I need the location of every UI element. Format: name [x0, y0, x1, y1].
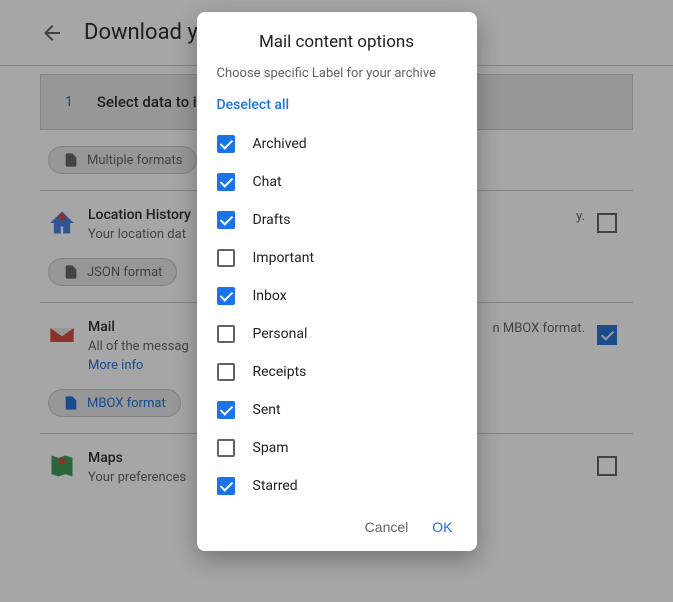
label-text: Archived — [253, 136, 307, 152]
label-checkbox[interactable] — [217, 173, 235, 191]
deselect-all-link[interactable]: Deselect all — [217, 91, 465, 125]
label-item[interactable]: Drafts — [217, 201, 465, 239]
label-checkbox[interactable] — [217, 211, 235, 229]
label-item[interactable]: Spam — [217, 429, 465, 467]
label-checkbox[interactable] — [217, 477, 235, 495]
ok-button[interactable]: OK — [432, 519, 452, 535]
label-text: Personal — [253, 326, 308, 342]
mail-content-options-dialog: Mail content options Choose specific Lab… — [197, 12, 477, 551]
cancel-button[interactable]: Cancel — [365, 519, 409, 535]
label-checkbox[interactable] — [217, 363, 235, 381]
label-text: Important — [253, 250, 315, 266]
label-item[interactable]: Personal — [217, 315, 465, 353]
dialog-actions: Cancel OK — [197, 505, 477, 539]
label-checkbox[interactable] — [217, 439, 235, 457]
dialog-subtitle: Choose specific Label for your archive — [217, 66, 465, 91]
label-text: Spam — [253, 440, 289, 456]
label-item[interactable]: Receipts — [217, 353, 465, 391]
label-item[interactable]: Chat — [217, 163, 465, 201]
label-item[interactable]: Inbox — [217, 277, 465, 315]
label-checkbox[interactable] — [217, 401, 235, 419]
label-text: Chat — [253, 174, 282, 190]
dialog-scroll-area[interactable]: Choose specific Label for your archive D… — [197, 66, 477, 505]
label-text: Inbox — [253, 288, 287, 304]
label-checkbox[interactable] — [217, 325, 235, 343]
label-checkbox[interactable] — [217, 287, 235, 305]
label-text: Drafts — [253, 212, 291, 228]
label-item[interactable]: Sent — [217, 391, 465, 429]
label-checkbox[interactable] — [217, 135, 235, 153]
label-text: Receipts — [253, 364, 307, 380]
dialog-title: Mail content options — [197, 32, 477, 66]
label-checkbox[interactable] — [217, 249, 235, 267]
label-item[interactable]: Important — [217, 239, 465, 277]
label-item[interactable]: Archived — [217, 125, 465, 163]
label-item[interactable]: Starred — [217, 467, 465, 505]
label-text: Sent — [253, 402, 281, 418]
label-text: Starred — [253, 478, 298, 494]
modal-overlay: Mail content options Choose specific Lab… — [0, 0, 673, 602]
